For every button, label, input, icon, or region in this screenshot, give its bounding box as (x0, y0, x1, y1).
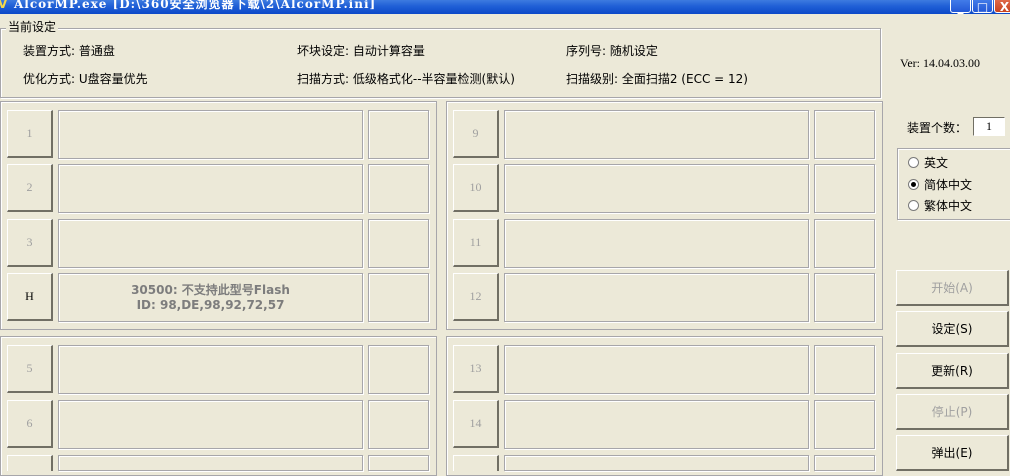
port-progress-1 (368, 110, 429, 159)
port-status-1 (58, 110, 363, 159)
port-button-6[interactable]: 6 (7, 400, 53, 448)
port-status-10 (504, 164, 809, 213)
port-button-13[interactable]: 13 (453, 345, 499, 393)
port-button-5[interactable]: 5 (7, 345, 53, 393)
port-progress-13 (814, 345, 875, 394)
flash-error-message: 30500: 不支持此型号Flash (131, 283, 290, 297)
bad-block-label: 坏块设定: 自动计算容量 (297, 44, 425, 58)
port-status-11 (504, 219, 809, 268)
port-status-h: 30500: 不支持此型号Flash ID: 98,DE,98,92,72,57 (58, 273, 363, 322)
port-status-13 (504, 345, 809, 394)
port-button-3[interactable]: 3 (7, 219, 53, 267)
language-option-label: 简体中文 (924, 178, 973, 192)
close-button[interactable]: X (994, 0, 1010, 14)
port-status-14 (504, 400, 809, 449)
port-progress-6 (368, 400, 429, 449)
language-option-label: 英文 (924, 156, 949, 170)
stop-button[interactable]: 停止(P) (896, 394, 1009, 430)
maximize-button[interactable]: □ (972, 0, 993, 14)
port-progress-7 (368, 455, 429, 471)
port-progress-9 (814, 110, 875, 159)
port-status-3 (58, 219, 363, 268)
port-button-15[interactable] (453, 455, 499, 471)
port-progress-2 (368, 164, 429, 213)
scan-level-label: 扫描级别: 全面扫描2 (ECC = 12) (566, 72, 748, 86)
window-title: AlcorMP.exe [D:\360安全浏览器下载\2\AlcorMP.ini… (14, 0, 377, 11)
flash-id-message: ID: 98,DE,98,92,72,57 (136, 298, 285, 312)
port-button-11[interactable]: 11 (453, 219, 499, 267)
port-button-9[interactable]: 9 (453, 110, 499, 158)
start-button[interactable]: 开始(A) (896, 270, 1009, 306)
app-icon: V (0, 0, 8, 11)
device-mode-label: 装置方式: 普通盘 (23, 44, 115, 58)
language-option-traditional-chinese[interactable]: 繁体中文 (908, 197, 972, 214)
port-progress-12 (814, 273, 875, 322)
refresh-button[interactable]: 更新(R) (896, 353, 1009, 389)
language-option-label: 繁体中文 (924, 199, 973, 213)
device-count-field[interactable]: 1 (973, 117, 1005, 136)
title-bar: V AlcorMP.exe [D:\360安全浏览器下载\2\AlcorMP.i… (0, 0, 1010, 14)
serial-number-label: 序列号: 随机设定 (566, 44, 658, 58)
port-progress-11 (814, 219, 875, 268)
radio-selected-icon (908, 179, 919, 190)
port-progress-h (368, 273, 429, 322)
port-button-2[interactable]: 2 (7, 164, 53, 212)
language-option-english[interactable]: 英文 (908, 154, 948, 171)
port-status-9 (504, 110, 809, 159)
port-button-10[interactable]: 10 (453, 164, 499, 212)
version-label: Ver: 14.04.03.00 (900, 56, 980, 70)
settings-button[interactable]: 设定(S) (896, 311, 1009, 347)
port-button-7[interactable] (7, 455, 53, 471)
port-progress-15 (814, 455, 875, 471)
port-button-1[interactable]: 1 (7, 110, 53, 158)
optimize-mode-label: 优化方式: U盘容量优先 (23, 72, 148, 86)
language-option-simplified-chinese[interactable]: 简体中文 (908, 176, 972, 193)
port-progress-10 (814, 164, 875, 213)
port-button-12[interactable]: 12 (453, 273, 499, 321)
port-status-7 (58, 455, 363, 471)
port-button-h[interactable]: H (7, 273, 53, 321)
radio-icon (908, 157, 919, 168)
port-status-5 (58, 345, 363, 394)
port-button-14[interactable]: 14 (453, 400, 499, 448)
current-settings-legend: 当前设定 (6, 20, 59, 34)
current-settings-group (0, 28, 881, 98)
port-status-2 (58, 164, 363, 213)
scan-mode-label: 扫描方式: 低级格式化--半容量检测(默认) (297, 72, 515, 86)
radio-icon (908, 200, 919, 211)
minimize-button[interactable]: _ (950, 0, 971, 14)
port-progress-14 (814, 400, 875, 449)
port-status-12 (504, 273, 809, 322)
port-progress-3 (368, 219, 429, 268)
port-status-6 (58, 400, 363, 449)
port-status-15 (504, 455, 809, 471)
eject-button[interactable]: 弹出(E) (896, 435, 1009, 471)
port-progress-5 (368, 345, 429, 394)
device-count-label: 装置个数： (907, 121, 968, 135)
